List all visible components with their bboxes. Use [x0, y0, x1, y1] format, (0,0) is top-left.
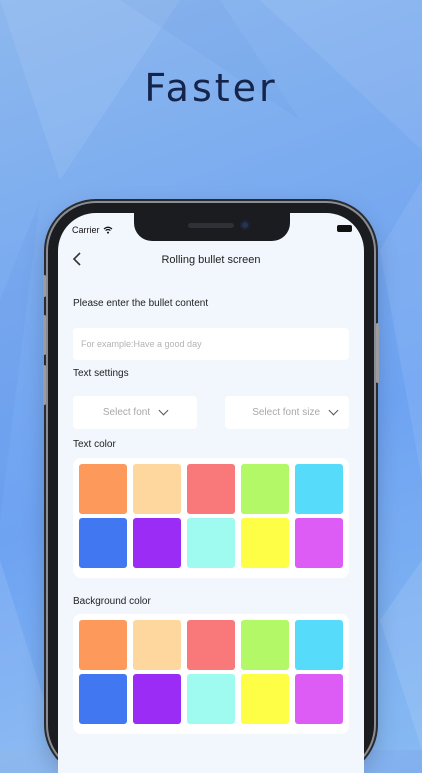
- select-font-size-dropdown[interactable]: Select font size: [225, 396, 349, 429]
- text-color-palette: [73, 458, 349, 578]
- background-color-label: Background color: [73, 596, 151, 607]
- speaker-grille: [188, 223, 234, 228]
- background-color-swatch[interactable]: [79, 620, 127, 670]
- text-color-swatch[interactable]: [79, 464, 127, 514]
- text-color-swatch[interactable]: [187, 518, 235, 568]
- phone-frame: Carrier Rolling bullet screen Please ent…: [43, 203, 379, 773]
- background-color-swatch[interactable]: [295, 620, 343, 670]
- text-color-swatch[interactable]: [241, 518, 289, 568]
- navigation-bar: Rolling bullet screen: [58, 249, 364, 273]
- text-color-swatch[interactable]: [241, 464, 289, 514]
- select-font-size-label: Select font size: [252, 407, 320, 418]
- page-title: Rolling bullet screen: [161, 254, 261, 266]
- status-bar: Carrier: [72, 225, 113, 235]
- text-color-swatch[interactable]: [295, 518, 343, 568]
- background-color-swatch[interactable]: [187, 620, 235, 670]
- text-color-label: Text color: [73, 439, 116, 450]
- select-font-dropdown[interactable]: Select font: [73, 396, 197, 429]
- carrier-label: Carrier: [72, 225, 100, 235]
- background-color-swatch[interactable]: [295, 674, 343, 724]
- volume-down-button: [43, 365, 46, 405]
- background-color-swatch[interactable]: [187, 674, 235, 724]
- select-font-label: Select font: [102, 407, 151, 418]
- battery-icon: [337, 225, 352, 232]
- background-color-swatch[interactable]: [241, 620, 289, 670]
- text-settings-label: Text settings: [73, 368, 129, 379]
- background-color-swatch[interactable]: [241, 674, 289, 724]
- notch: [134, 213, 290, 241]
- background-color-swatch[interactable]: [133, 620, 181, 670]
- background-color-palette: [73, 614, 349, 734]
- chevron-down-icon: [158, 405, 169, 416]
- text-color-swatch[interactable]: [295, 464, 343, 514]
- background-color-swatch[interactable]: [79, 674, 127, 724]
- chevron-left-icon[interactable]: [72, 251, 82, 272]
- bullet-content-label: Please enter the bullet content: [73, 298, 209, 309]
- text-color-swatch[interactable]: [133, 518, 181, 568]
- chevron-down-icon: [328, 405, 339, 416]
- front-camera: [240, 220, 250, 230]
- power-button: [376, 323, 379, 383]
- background-color-swatch[interactable]: [133, 674, 181, 724]
- text-color-swatch[interactable]: [79, 518, 127, 568]
- text-color-swatch[interactable]: [187, 464, 235, 514]
- bullet-content-input[interactable]: [73, 328, 349, 360]
- app-screen: Carrier Rolling bullet screen Please ent…: [58, 213, 364, 773]
- mute-switch: [43, 275, 46, 297]
- volume-up-button: [43, 315, 46, 355]
- wifi-icon: [103, 226, 112, 234]
- text-color-swatch[interactable]: [133, 464, 181, 514]
- headline: Faster: [144, 66, 278, 110]
